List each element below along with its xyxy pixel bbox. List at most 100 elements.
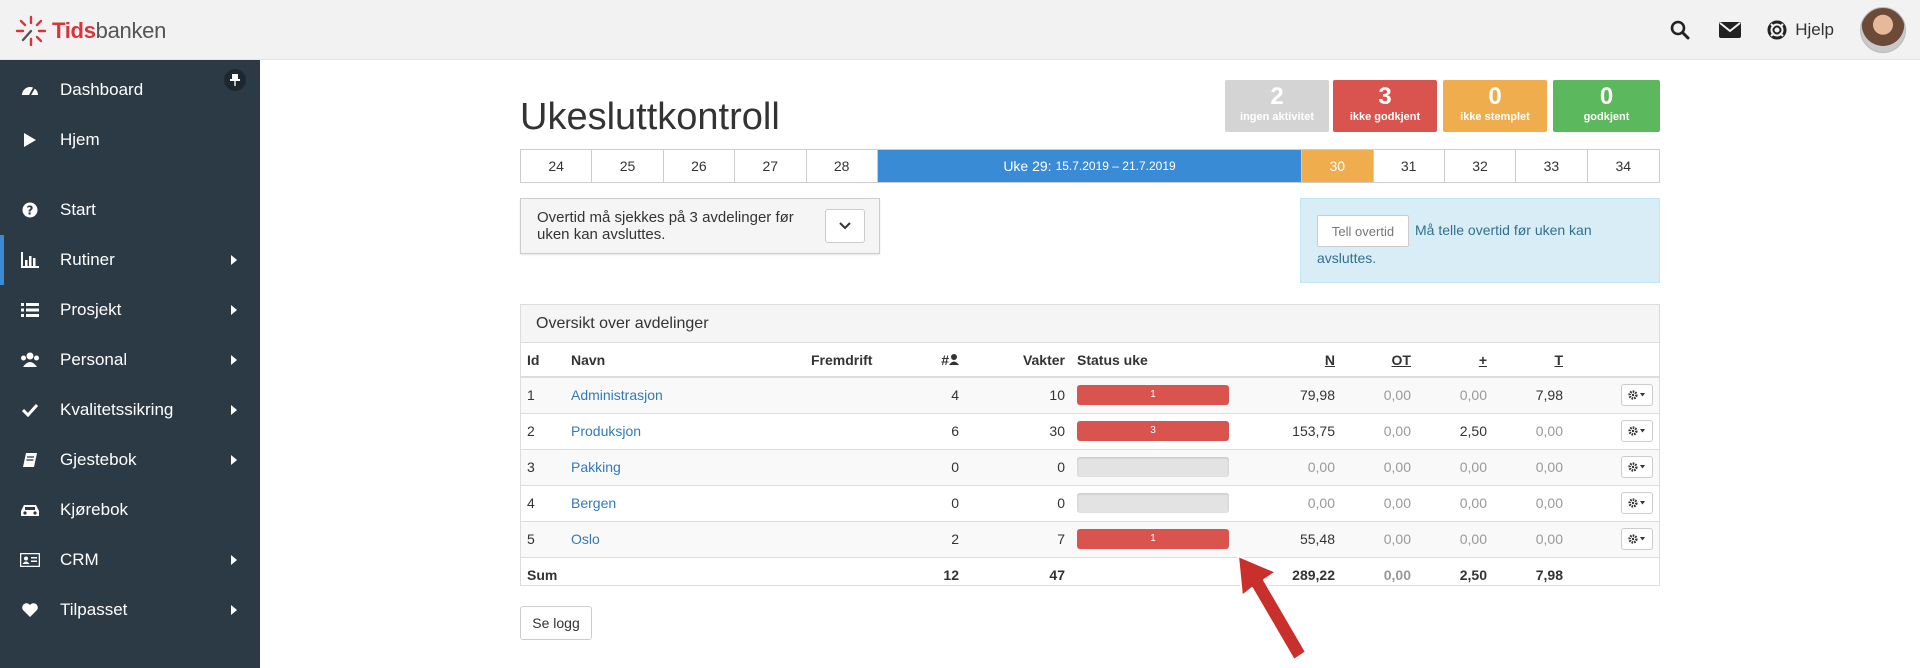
department-link[interactable]: Pakking — [571, 459, 621, 475]
row-n: 0,00 — [1271, 448, 1341, 485]
search-icon[interactable] — [1667, 17, 1693, 43]
bar-chart-icon — [20, 250, 40, 270]
department-link[interactable]: Produksjon — [571, 423, 641, 439]
sidebar-item-hjem[interactable]: Hjem — [0, 115, 260, 165]
help-link[interactable]: Hjelp — [1767, 20, 1834, 40]
table-header-row: Id Navn Fremdrift # Vakter Status uke N … — [521, 343, 1659, 378]
user-avatar[interactable] — [1860, 7, 1906, 53]
row-actions-button[interactable] — [1621, 456, 1653, 478]
sidebar-item-label: Kvalitetssikring — [60, 400, 174, 419]
status-label: godkjent — [1583, 111, 1630, 123]
sum-t: 7,98 — [1493, 556, 1569, 593]
sidebar-item-tilpasset[interactable]: Tilpasset — [0, 585, 260, 635]
caret-right-icon — [231, 555, 237, 565]
sidebar-item-label: Start — [60, 200, 96, 219]
sidebar-item-gjestebok[interactable]: Gjestebok — [0, 435, 260, 485]
row-t: 0,00 — [1493, 448, 1569, 485]
col-employees[interactable]: # — [905, 343, 965, 378]
row-ot: 0,00 — [1341, 448, 1417, 485]
week-25[interactable]: 25 — [592, 150, 664, 182]
sidebar: Dashboard Hjem? Start Rutiner Prosjekt Person… — [0, 60, 260, 668]
sidebar-item-dashboard[interactable]: Dashboard — [0, 65, 260, 115]
col-shifts[interactable]: Vakter — [965, 343, 1071, 378]
sidebar-item-kj-rebok[interactable]: Kjørebok — [0, 485, 260, 535]
department-link[interactable]: Bergen — [571, 495, 616, 511]
week-27[interactable]: 27 — [735, 150, 807, 182]
week-30[interactable]: 30 — [1302, 150, 1374, 182]
caret-right-icon — [231, 605, 237, 615]
status-box-ingen-aktivitet[interactable]: 2 ingen aktivitet — [1225, 80, 1329, 132]
brand-name: Tidsbanken — [52, 18, 167, 43]
question-icon: ? — [20, 200, 40, 220]
row-ot: 0,00 — [1341, 484, 1417, 521]
row-actions-button[interactable] — [1621, 420, 1653, 442]
row-progress — [805, 484, 905, 521]
annotation-arrow — [1237, 555, 1307, 661]
week-status-bar[interactable]: 1 — [1077, 529, 1229, 549]
week-status-bar[interactable]: 1 — [1077, 385, 1229, 406]
week-status-bar[interactable] — [1077, 457, 1229, 477]
caret-right-icon — [231, 255, 237, 265]
col-id[interactable]: Id — [521, 343, 565, 378]
sidebar-item-label: CRM — [60, 550, 99, 569]
department-link[interactable]: Administrasjon — [571, 387, 663, 403]
sum-shifts: 47 — [965, 556, 1071, 593]
row-actions-button[interactable] — [1621, 492, 1653, 514]
week-32[interactable]: 32 — [1444, 150, 1517, 182]
sidebar-item-rutiner[interactable]: Rutiner — [0, 235, 260, 285]
caret-right-icon — [231, 355, 237, 365]
info-text-line1: Må telle overtid før uken kan — [1415, 222, 1592, 238]
current-week-label: Uke 29: — [1003, 158, 1052, 174]
col-progress[interactable]: Fremdrift — [805, 343, 905, 378]
row-t: 0,00 — [1493, 412, 1569, 449]
alert-text: Overtid må sjekkes på 3 avdelinger før u… — [537, 209, 794, 243]
status-box-godkjent[interactable]: 0 godkjent — [1553, 80, 1660, 132]
col-ot[interactable]: OT — [1392, 352, 1411, 368]
week-24[interactable]: 24 — [521, 150, 593, 182]
sidebar-item-kvalitetssikring[interactable]: Kvalitetssikring — [0, 385, 260, 435]
brand-logo[interactable]: Tidsbanken — [14, 14, 166, 48]
list-icon — [20, 300, 40, 320]
week-status-bar[interactable] — [1077, 493, 1229, 513]
row-actions-button[interactable] — [1621, 528, 1653, 550]
week-status-bar[interactable]: 3 — [1077, 421, 1229, 441]
row-ot: 0,00 — [1341, 376, 1417, 413]
week-31[interactable]: 31 — [1373, 150, 1445, 182]
status-label: ingen aktivitet — [1240, 111, 1314, 123]
week-33[interactable]: 33 — [1516, 150, 1588, 182]
row-count: 4 — [905, 376, 965, 413]
sidebar-item-prosjekt[interactable]: Prosjekt — [0, 285, 260, 335]
overtime-alert: Overtid må sjekkes på 3 avdelinger før u… — [520, 198, 880, 254]
week-28[interactable]: 28 — [806, 150, 878, 182]
status-box-ikke-godkjent[interactable]: 3 ikke godkjent — [1333, 80, 1437, 132]
week-status-fill: 3 — [1077, 421, 1229, 441]
col-name[interactable]: Navn — [565, 343, 805, 378]
col-week-status[interactable]: Status uke — [1071, 343, 1271, 378]
row-id: 2 — [521, 412, 565, 449]
expand-alert-button[interactable] — [825, 209, 865, 243]
view-log-button[interactable]: Se logg — [520, 606, 592, 640]
row-plus: 0,00 — [1417, 448, 1493, 485]
gear-icon — [1628, 426, 1645, 436]
current-week[interactable]: Uke 29: 15.7.2019 – 21.7.2019 — [877, 150, 1303, 182]
week-34[interactable]: 34 — [1587, 150, 1659, 182]
sidebar-item-label: Dashboard — [60, 80, 144, 99]
status-box-ikke-stemplet[interactable]: 0 ikke stemplet — [1443, 80, 1547, 132]
department-link[interactable]: Oslo — [571, 531, 600, 547]
sidebar-item-personal[interactable]: Personal — [0, 335, 260, 385]
row-progress — [805, 520, 905, 557]
caret-right-icon — [231, 405, 237, 415]
count-overtime-button[interactable]: Tell overtid — [1317, 215, 1409, 247]
col-n[interactable]: N — [1325, 352, 1335, 368]
sidebar-item-start[interactable]: ? Start — [0, 185, 260, 235]
caret-right-icon — [231, 305, 237, 315]
sidebar-item-crm[interactable]: CRM — [0, 535, 260, 585]
week-26[interactable]: 26 — [663, 150, 736, 182]
row-actions-button[interactable] — [1621, 384, 1653, 407]
mail-icon[interactable] — [1717, 17, 1743, 43]
users-icon — [20, 350, 40, 370]
col-plus[interactable]: + — [1479, 352, 1487, 368]
col-t[interactable]: T — [1554, 352, 1563, 368]
week-navigator: 24 25 26 27 28 Uke 29: 15.7.2019 – 21.7.2019 30… — [520, 149, 1660, 183]
row-id: 3 — [521, 448, 565, 485]
